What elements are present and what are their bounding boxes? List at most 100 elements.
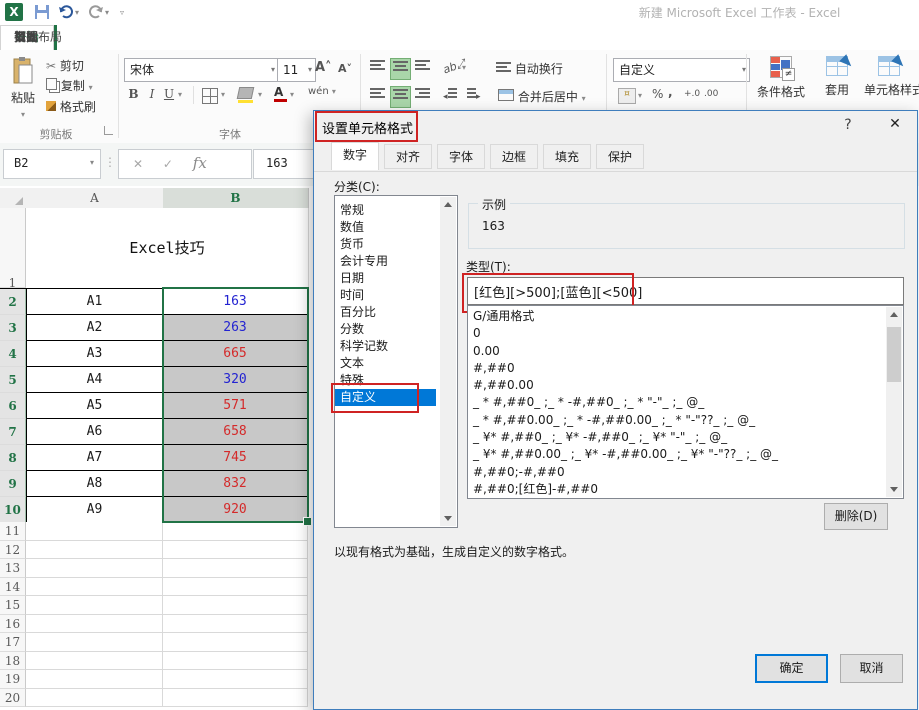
empty-cell[interactable] <box>26 559 163 578</box>
cell-b[interactable]: 263 <box>163 315 308 341</box>
category-item[interactable]: 货币 <box>335 236 436 253</box>
cut-button[interactable]: ✂ 剪切 <box>46 57 84 74</box>
row-header[interactable]: 7 <box>0 419 26 445</box>
paste-button[interactable]: 粘贴 ▾ <box>6 56 40 118</box>
cell-a[interactable]: A1 <box>26 289 163 315</box>
empty-cell[interactable] <box>26 578 163 597</box>
ok-button[interactable]: 确定 <box>755 654 828 683</box>
row-header[interactable]: 19 <box>0 670 26 689</box>
merged-title-cell[interactable]: Excel技巧 <box>26 208 309 288</box>
format-code-item[interactable]: #,##0;[红色]-#,##0 <box>468 481 878 498</box>
format-code-item[interactable]: #,##0;-#,##0 <box>468 464 878 481</box>
row-header[interactable]: 16 <box>0 615 26 634</box>
format-painter-button[interactable]: 格式刷 <box>46 98 96 115</box>
row-header[interactable]: 9 <box>0 471 26 497</box>
dialog-close-icon[interactable]: ✕ <box>882 116 908 132</box>
empty-cell[interactable] <box>26 670 163 689</box>
cell-b[interactable]: 665 <box>163 341 308 367</box>
row-header[interactable]: 11 <box>0 522 26 541</box>
paste-dropdown-icon[interactable]: ▾ <box>21 110 25 119</box>
scroll-down-icon[interactable] <box>890 487 898 492</box>
cell-b[interactable]: 920 <box>163 497 308 523</box>
fill-color-icon[interactable] <box>238 87 253 103</box>
align-center-icon[interactable] <box>390 86 411 108</box>
scroll-up-icon[interactable] <box>890 312 898 317</box>
format-code-item[interactable]: _ ¥* #,##0.00_ ;_ ¥* -#,##0.00_ ;_ ¥* "-… <box>468 446 878 463</box>
format-list-scrollbar[interactable] <box>886 307 902 497</box>
underline-button[interactable]: U <box>163 87 175 101</box>
font-color-icon[interactable]: A <box>274 85 287 102</box>
accounting-dropdown-icon[interactable]: ▾ <box>638 91 642 100</box>
empty-cell[interactable] <box>163 559 308 578</box>
cell-a[interactable]: A9 <box>26 497 163 523</box>
empty-cell[interactable] <box>26 633 163 652</box>
cell-styles-button[interactable]: 单元格样式 <box>864 56 919 98</box>
increase-font-icon[interactable]: A˄ <box>315 60 332 75</box>
redo-icon[interactable] <box>88 4 104 20</box>
italic-button[interactable]: I <box>146 87 158 101</box>
format-code-item[interactable]: #,##0.00 <box>468 377 878 394</box>
wrap-text-button[interactable]: 自动换行 <box>496 60 563 77</box>
format-code-item[interactable]: #,##0 <box>468 360 878 377</box>
conditional-formatting-button[interactable]: ≠ 条件格式 <box>752 56 810 100</box>
row-header[interactable]: 20 <box>0 689 26 708</box>
empty-cell[interactable] <box>163 578 308 597</box>
align-left-icon[interactable] <box>368 86 387 106</box>
format-code-item[interactable]: _ ¥* #,##0_ ;_ ¥* -#,##0_ ;_ ¥* "-"_ ;_ … <box>468 429 878 446</box>
fill-color-dropdown-icon[interactable]: ▾ <box>258 90 262 99</box>
bold-button[interactable]: B <box>126 87 141 101</box>
empty-cell[interactable] <box>26 596 163 615</box>
scroll-up-icon[interactable] <box>444 202 452 207</box>
merge-center-button[interactable]: 合并后居中 ▾ <box>498 88 586 105</box>
qat-customize-icon[interactable]: ▿ <box>120 8 124 17</box>
category-item[interactable]: 分数 <box>335 321 436 338</box>
row-header[interactable]: 13 <box>0 559 26 578</box>
row-header[interactable]: 17 <box>0 633 26 652</box>
column-header-b[interactable]: B <box>163 188 309 210</box>
empty-cell[interactable] <box>26 652 163 671</box>
undo-icon[interactable] <box>58 4 74 20</box>
empty-cell[interactable] <box>26 541 163 560</box>
decrease-indent-icon[interactable]: ◂ <box>443 88 457 102</box>
row-header[interactable]: 12 <box>0 541 26 560</box>
dialog-tab[interactable]: 数字 <box>331 142 379 170</box>
font-color-dropdown-icon[interactable]: ▾ <box>290 90 294 99</box>
format-code-listbox[interactable]: G/通用格式00.00#,##0#,##0.00_ * #,##0_ ;_ * … <box>467 305 904 499</box>
cell-b[interactable]: 832 <box>163 471 308 497</box>
cell-b[interactable]: 320 <box>163 367 308 393</box>
empty-cell[interactable] <box>26 689 163 708</box>
row-header[interactable]: 4 <box>0 341 26 367</box>
row-header[interactable]: 15 <box>0 596 26 615</box>
category-item[interactable]: 自定义 <box>335 389 436 406</box>
category-item[interactable]: 特殊 <box>335 372 436 389</box>
format-as-table-button[interactable]: 套用 <box>815 56 859 98</box>
category-item[interactable]: 数值 <box>335 219 436 236</box>
empty-cell[interactable] <box>163 615 308 634</box>
align-right-icon[interactable] <box>413 86 432 106</box>
type-input[interactable]: [红色][>500];[蓝色][<500] <box>467 277 904 305</box>
fill-handle[interactable] <box>303 517 312 526</box>
cell-b[interactable]: 745 <box>163 445 308 471</box>
decrease-font-icon[interactable]: A˅ <box>338 62 352 75</box>
clipboard-dialog-launcher-icon[interactable] <box>104 126 113 135</box>
increase-indent-icon[interactable]: ▸ <box>467 88 481 102</box>
save-icon[interactable] <box>34 4 50 20</box>
row-header[interactable]: 14 <box>0 578 26 597</box>
row-header[interactable]: 18 <box>0 652 26 671</box>
cell-a[interactable]: A7 <box>26 445 163 471</box>
category-item[interactable]: 会计专用 <box>335 253 436 270</box>
empty-cell[interactable] <box>163 522 308 541</box>
cell-a[interactable]: A3 <box>26 341 163 367</box>
undo-dropdown-icon[interactable]: ▾ <box>75 8 79 17</box>
format-code-item[interactable]: _ * #,##0.00_ ;_ * -#,##0.00_ ;_ * "-"??… <box>468 412 878 429</box>
row-header-1[interactable]: 1 <box>0 208 26 288</box>
copy-button[interactable]: 复制 ▾ <box>46 77 93 94</box>
increase-decimal-icon[interactable]: +.0 <box>684 89 700 99</box>
empty-cell[interactable] <box>26 615 163 634</box>
decrease-decimal-icon[interactable]: .00 <box>704 89 718 99</box>
empty-cell[interactable] <box>163 633 308 652</box>
dialog-tab[interactable]: 字体 <box>437 144 485 169</box>
empty-cell[interactable] <box>26 522 163 541</box>
cancel-entry-icon[interactable]: ✕ <box>119 157 143 171</box>
delete-button[interactable]: 删除(D) <box>824 503 888 530</box>
